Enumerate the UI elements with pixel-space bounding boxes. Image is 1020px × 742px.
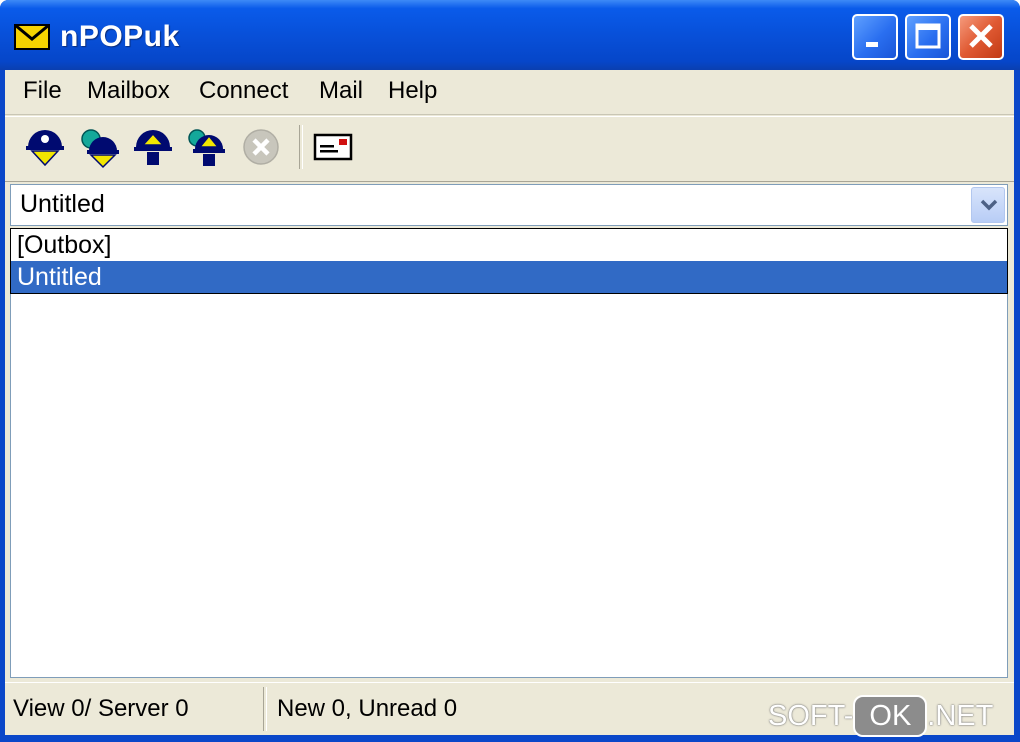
check-all-mailboxes-icon [81, 129, 119, 169]
menu-help[interactable]: Help [386, 76, 439, 106]
mailbox-select-value: Untitled [20, 190, 105, 218]
check-new-mail-button[interactable] [23, 125, 67, 169]
mailbox-dropdown-list: [Outbox] Untitled [10, 228, 1008, 294]
new-message-icon [313, 133, 353, 161]
minimize-icon [866, 42, 878, 47]
mailbox-dropdown-button[interactable] [971, 187, 1005, 223]
minimize-button[interactable] [852, 14, 898, 60]
watermark-prefix: SOFT- [768, 700, 854, 732]
app-window: nPOPuk File Mailbox Connect Mail Help Un… [0, 0, 1020, 742]
client-area: File Mailbox Connect Mail Help Untitled … [5, 70, 1014, 735]
mailbox-select[interactable]: Untitled [10, 184, 1008, 226]
execute-all-icon [188, 129, 225, 166]
new-message-button[interactable] [311, 125, 355, 169]
execute-icon [134, 130, 172, 165]
mailbox-option-outbox[interactable]: [Outbox] [11, 229, 1007, 261]
menu-file[interactable]: File [21, 76, 64, 106]
check-all-mailboxes-button[interactable] [77, 125, 121, 169]
window-title: nPOPuk [60, 20, 180, 53]
status-view-server: View 0/ Server 0 [13, 695, 189, 722]
toolbar-separator [299, 125, 303, 169]
chevron-down-icon [980, 199, 998, 211]
menu-mail[interactable]: Mail [317, 76, 365, 106]
mailbox-option-untitled[interactable]: Untitled [11, 261, 1007, 293]
title-bar[interactable]: nPOPuk [0, 0, 1020, 70]
execute-button[interactable] [131, 125, 175, 169]
stop-button[interactable] [239, 125, 283, 169]
watermark-pill: OK [853, 695, 928, 737]
menu-bar: File Mailbox Connect Mail Help [5, 70, 1014, 115]
envelope-icon [14, 24, 50, 50]
execute-all-button[interactable] [185, 125, 229, 169]
close-icon [969, 24, 993, 48]
menu-mailbox[interactable]: Mailbox [85, 76, 172, 106]
stop-icon [243, 129, 279, 165]
watermark-suffix: .NET [927, 700, 994, 732]
check-new-mail-icon [26, 130, 64, 167]
status-new-unread: New 0, Unread 0 [277, 695, 458, 722]
close-button[interactable] [958, 14, 1004, 60]
watermark: SOFT- OK .NET [768, 694, 993, 738]
maximize-icon [915, 23, 941, 49]
message-list[interactable] [10, 228, 1008, 678]
status-divider [263, 687, 267, 731]
maximize-button[interactable] [905, 14, 951, 60]
menu-connect[interactable]: Connect [197, 76, 290, 106]
toolbar [5, 116, 1014, 182]
